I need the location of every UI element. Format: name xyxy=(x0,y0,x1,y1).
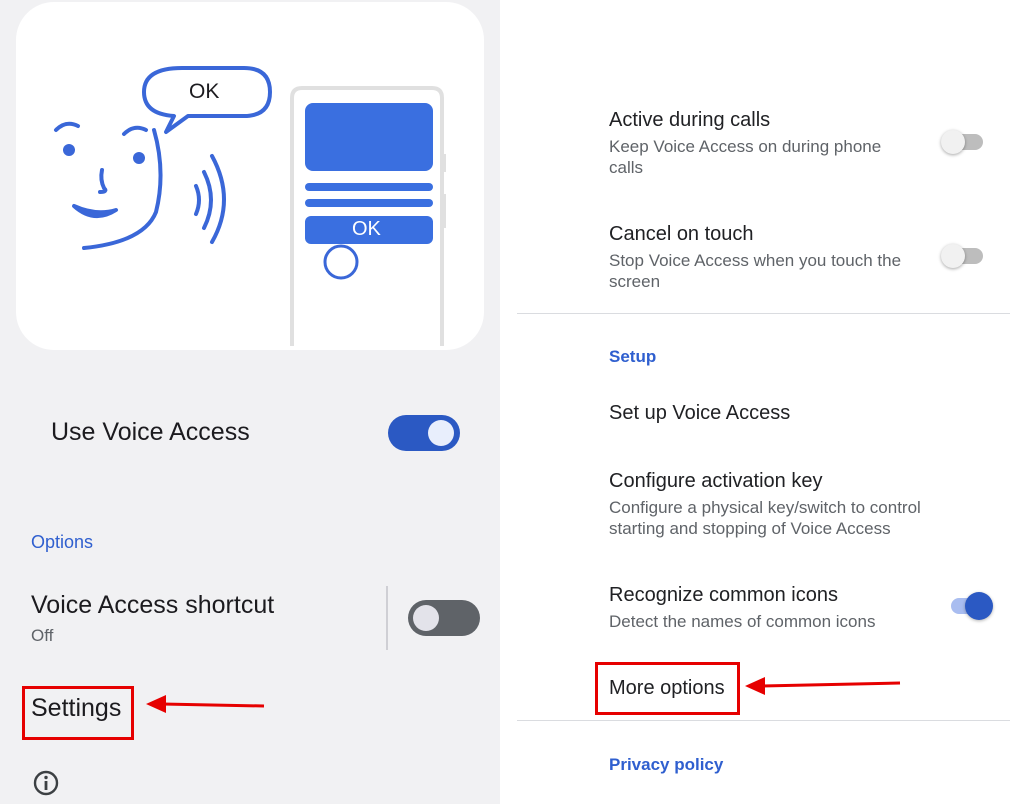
right-panel: Active during calls Keep Voice Access on… xyxy=(517,0,1010,804)
active-during-calls-subtitle: Keep Voice Access on during phone calls xyxy=(609,137,882,177)
setup-section-header: Setup xyxy=(609,347,657,366)
voice-access-shortcut-status: Off xyxy=(31,626,54,645)
arrow-left-icon xyxy=(146,695,265,713)
shortcut-divider xyxy=(386,586,388,650)
configure-activation-key-title: Configure activation key xyxy=(609,470,823,492)
voice-access-shortcut-toggle[interactable] xyxy=(408,600,480,636)
use-voice-access-toggle[interactable] xyxy=(388,415,460,451)
cancel-on-touch-toggle[interactable] xyxy=(941,244,985,268)
recognize-common-icons-toggle[interactable] xyxy=(951,592,995,620)
info-icon[interactable] xyxy=(33,770,59,796)
bottom-divider xyxy=(517,720,1010,721)
active-during-calls-title: Active during calls xyxy=(609,109,771,131)
section-divider xyxy=(517,313,1010,314)
more-options-highlight-box xyxy=(595,662,740,715)
active-during-calls-toggle[interactable] xyxy=(941,130,985,154)
cancel-on-touch-title: Cancel on touch xyxy=(609,223,754,245)
illustration-graphic xyxy=(54,66,446,346)
bubble-text: OK xyxy=(189,80,220,103)
voice-access-shortcut-title[interactable]: Voice Access shortcut xyxy=(31,591,274,620)
use-voice-access-label: Use Voice Access xyxy=(51,418,250,446)
configure-activation-key-subtitle: Configure a physical key/switch to contr… xyxy=(609,498,921,538)
arrow-left-icon xyxy=(745,677,901,695)
recognize-common-icons-subtitle: Detect the names of common icons xyxy=(609,612,876,631)
options-section-header: Options xyxy=(31,532,94,552)
privacy-policy-link[interactable]: Privacy policy xyxy=(609,755,723,775)
left-panel: OK OK Use Voice Access Options Voice Acc… xyxy=(0,0,500,804)
recognize-common-icons-title: Recognize common icons xyxy=(609,584,838,606)
phone-button-text: OK xyxy=(352,218,381,240)
voice-access-illustration: OK OK xyxy=(16,2,484,350)
set-up-voice-access-item[interactable]: Set up Voice Access xyxy=(609,402,790,425)
settings-highlight-box xyxy=(22,686,134,740)
cancel-on-touch-subtitle: Stop Voice Access when you touch the scr… xyxy=(609,251,902,291)
